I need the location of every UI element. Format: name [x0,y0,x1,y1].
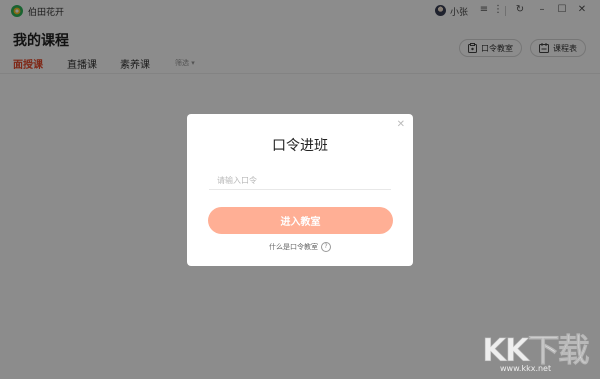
help-text: 什么是口令教室 [269,243,318,251]
join-class-dialog: ✕ 口令进班 进入教室 什么是口令教室 ? [187,114,413,266]
question-icon: ? [321,242,331,252]
watermark-url: www.kkx.net [500,364,552,373]
close-icon[interactable]: ✕ [397,119,405,130]
dialog-title: 口令进班 [272,138,328,154]
help-link[interactable]: 什么是口令教室 ? [187,242,413,252]
enter-classroom-button[interactable]: 进入教室 [208,207,393,234]
code-input[interactable] [209,172,391,190]
